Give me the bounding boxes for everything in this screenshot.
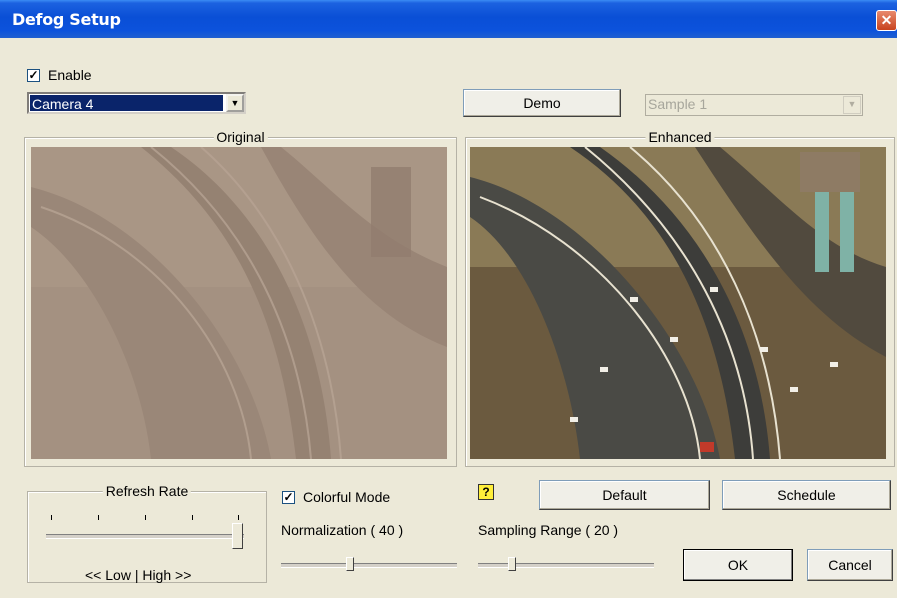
- chevron-down-icon[interactable]: ▼: [226, 94, 244, 112]
- sample-select-value: Sample 1: [648, 96, 708, 112]
- camera-select-value: Camera 4: [30, 95, 223, 112]
- refresh-rate-label: Refresh Rate: [102, 483, 192, 499]
- chevron-down-icon: ▼: [843, 96, 861, 114]
- enable-label: Enable: [48, 67, 92, 83]
- refresh-rate-slider-thumb[interactable]: [232, 523, 243, 549]
- close-button[interactable]: ✕: [876, 10, 897, 31]
- sampling-range-track[interactable]: [478, 563, 654, 568]
- original-image: [31, 147, 447, 459]
- slider-tick: [192, 515, 193, 520]
- slider-tick: [51, 515, 52, 520]
- normalization-slider-thumb[interactable]: [346, 557, 354, 571]
- enhanced-label: Enhanced: [645, 129, 715, 145]
- slider-tick: [98, 515, 99, 520]
- cancel-button[interactable]: Cancel: [807, 549, 893, 581]
- ok-button[interactable]: OK: [683, 549, 793, 581]
- refresh-rate-scale-text: << Low | High >>: [85, 567, 192, 583]
- default-button[interactable]: Default: [539, 480, 710, 510]
- close-icon: ✕: [880, 12, 893, 28]
- enhanced-image: [470, 147, 886, 459]
- checkmark-icon: ✓: [27, 67, 40, 82]
- refresh-rate-track[interactable]: [46, 534, 244, 539]
- help-icon[interactable]: ?: [478, 484, 494, 500]
- colorful-mode-checkbox[interactable]: ✓ Colorful Mode: [282, 489, 390, 505]
- slider-tick: [238, 515, 239, 520]
- dialog-body: ✓ Enable Camera 4 ▼ Demo Sample 1 ▼ Orig…: [0, 38, 897, 598]
- normalization-track[interactable]: [281, 563, 457, 568]
- camera-select[interactable]: Camera 4 ▼: [27, 92, 246, 114]
- window-title: Defog Setup: [12, 10, 121, 29]
- colorful-mode-label: Colorful Mode: [303, 489, 391, 505]
- checkmark-icon: ✓: [282, 489, 295, 504]
- demo-button[interactable]: Demo: [463, 89, 621, 117]
- original-label: Original: [213, 129, 268, 145]
- normalization-label: Normalization ( 40 ): [281, 522, 404, 538]
- title-bar: Defog Setup ✕: [0, 0, 897, 38]
- sample-select[interactable]: Sample 1 ▼: [645, 94, 863, 116]
- sampling-range-label: Sampling Range ( 20 ): [478, 522, 619, 538]
- schedule-button[interactable]: Schedule: [722, 480, 891, 510]
- slider-tick: [145, 515, 146, 520]
- sampling-range-slider-thumb[interactable]: [508, 557, 516, 571]
- enable-checkbox[interactable]: ✓ Enable: [27, 67, 92, 83]
